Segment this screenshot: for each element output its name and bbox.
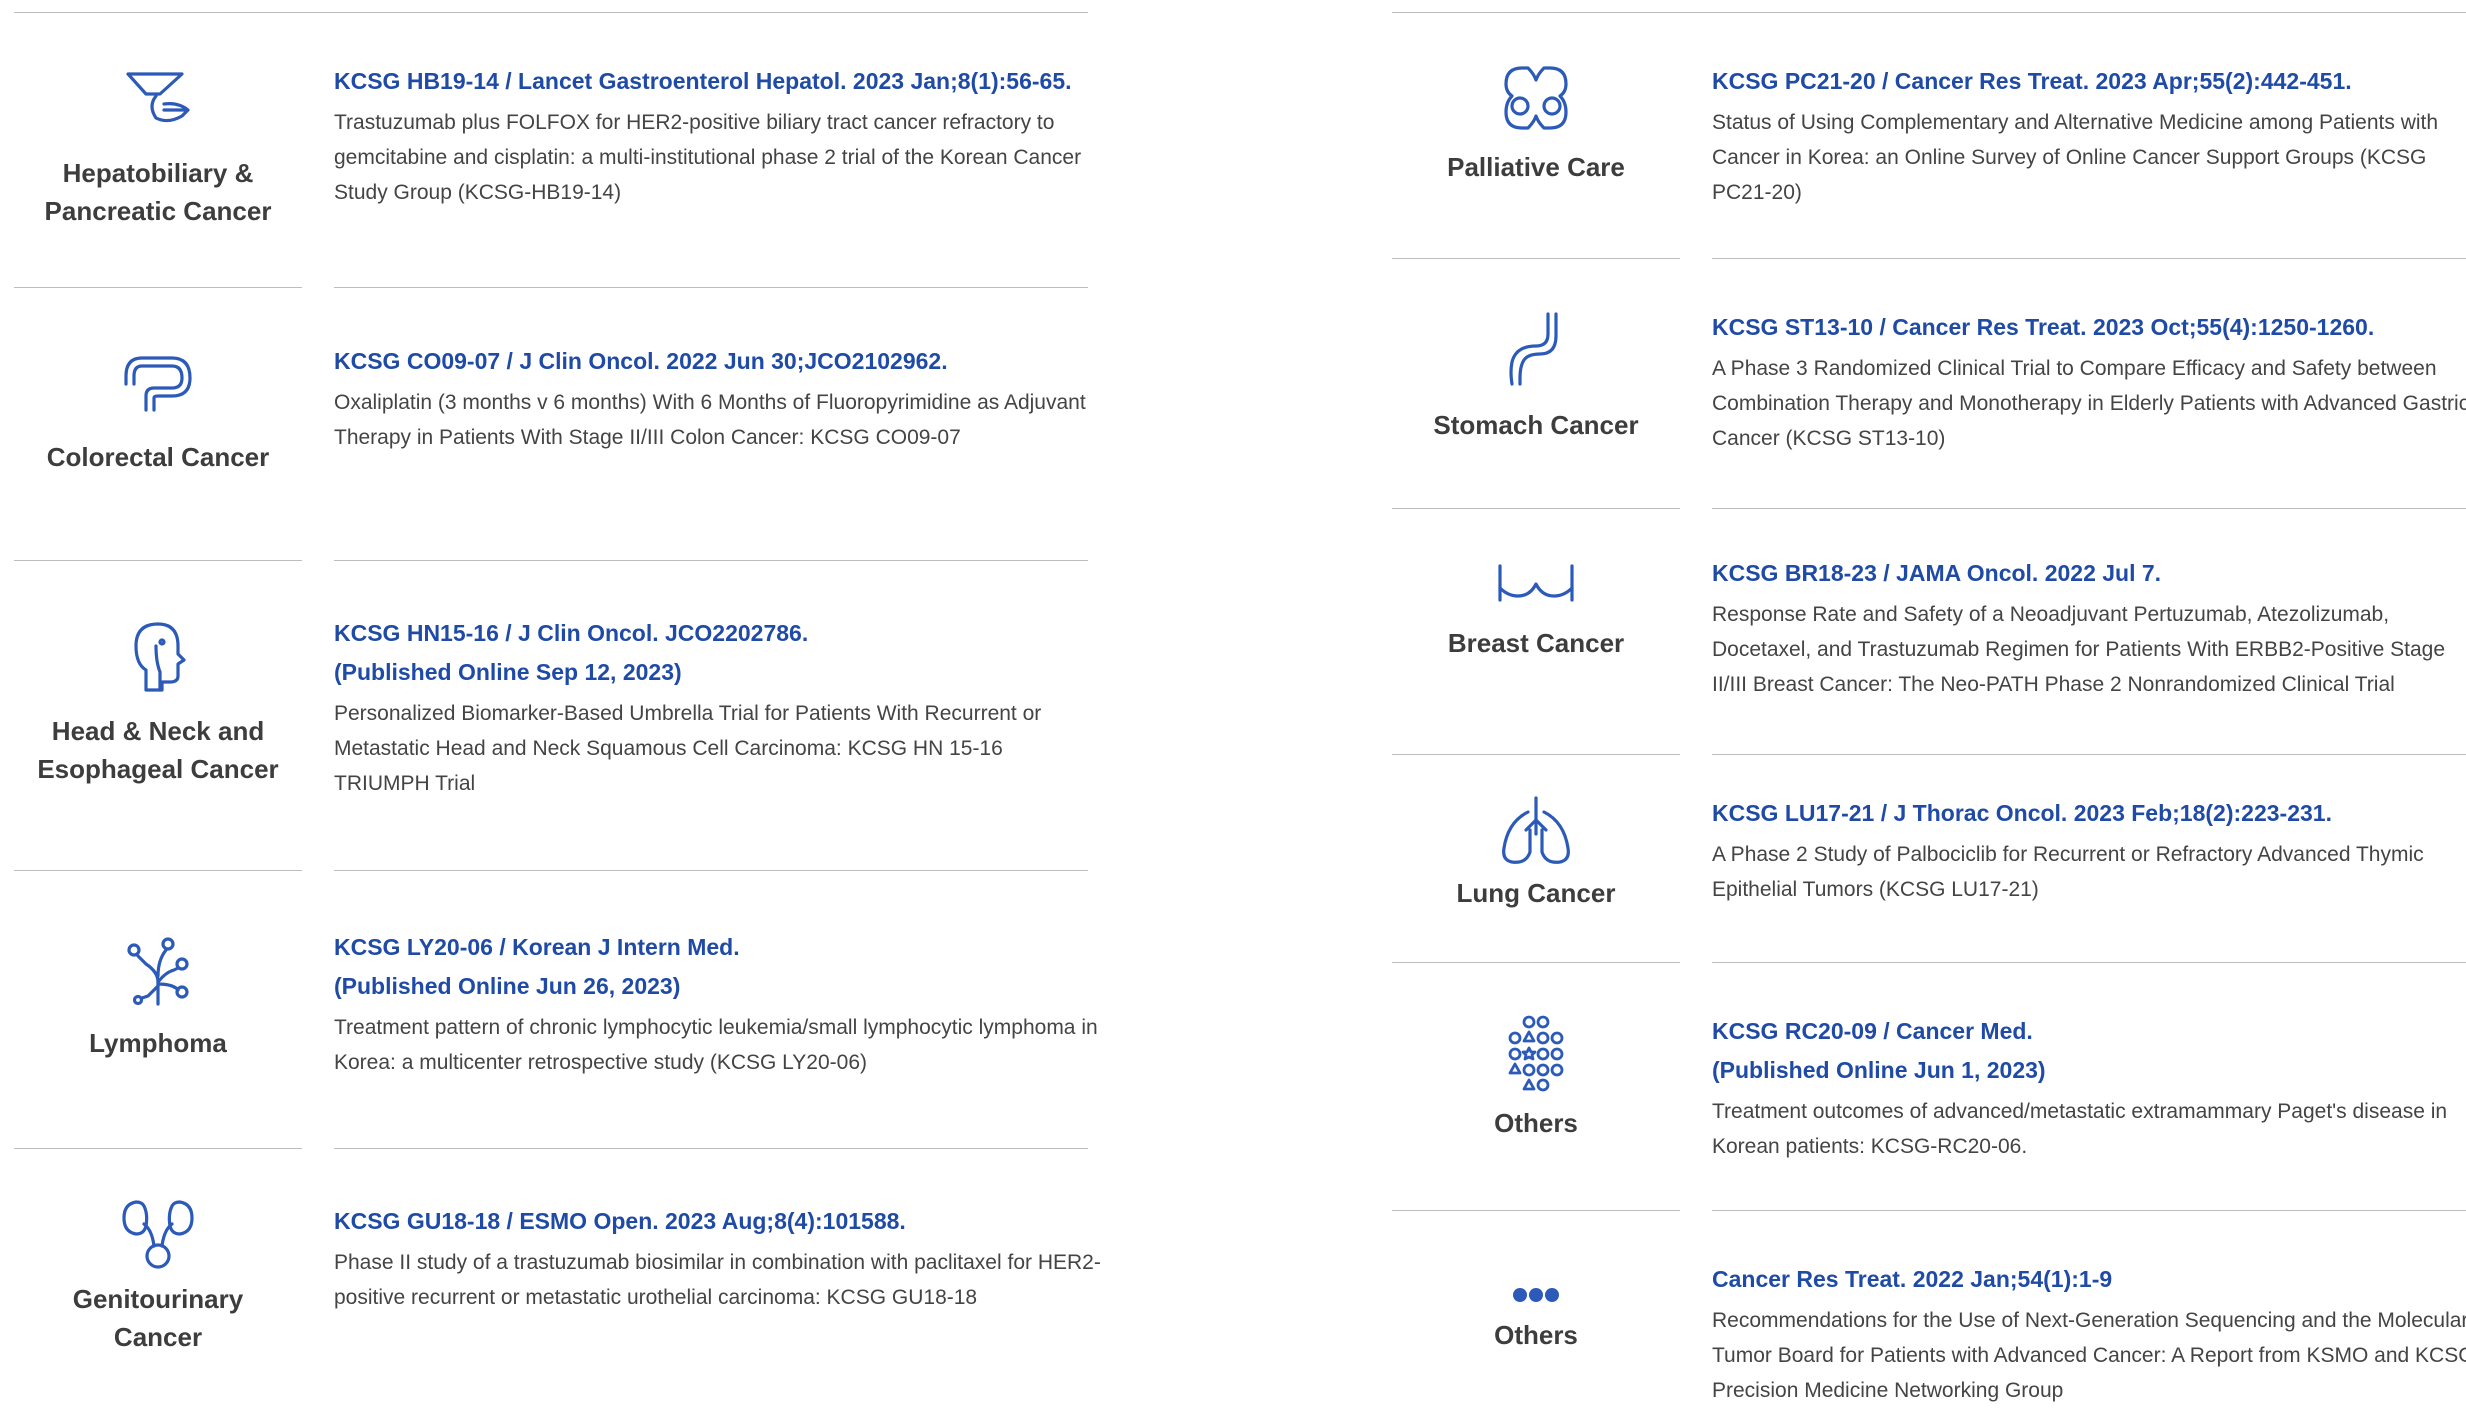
publication-entry: Cancer Res Treat. 2022 Jan;54(1):1-9 Rec… <box>1712 1260 2466 1408</box>
liver-pancreas-icon <box>116 60 200 144</box>
category-label: Hepatobiliary & Pancreatic Cancer <box>44 158 272 226</box>
publication-citation-link[interactable]: KCSG HB19-14 / Lancet Gastroenterol Hepa… <box>334 62 1102 101</box>
divider <box>1392 508 1680 509</box>
more-dots-icon <box>1494 1280 1578 1310</box>
divider <box>1712 508 2466 509</box>
divider <box>1392 1210 1680 1211</box>
right-publications-column: Palliative Care KCSG PC21-20 / Cancer Re… <box>1392 0 2466 1402</box>
divider <box>1712 1210 2466 1211</box>
publication-citation-link[interactable]: KCSG HN15-16 / J Clin Oncol. JCO2202786.… <box>334 614 1102 692</box>
head-neck-icon <box>116 612 200 696</box>
publication-entry: KCSG GU18-18 / ESMO Open. 2023 Aug;8(4):… <box>334 1202 1102 1315</box>
publication-title: Status of Using Complementary and Altern… <box>1712 111 2439 204</box>
publication-citation-link[interactable]: KCSG LY20-06 / Korean J Intern Med. (Pub… <box>334 928 1102 1006</box>
publication-entry: KCSG LU17-21 / J Thorac Oncol. 2023 Feb;… <box>1712 794 2466 907</box>
category-label: Others <box>1494 1108 1578 1138</box>
publication-citation-link[interactable]: KCSG BR18-23 / JAMA Oncol. 2022 Jul 7. <box>1712 554 2466 593</box>
publication-entry: KCSG BR18-23 / JAMA Oncol. 2022 Jul 7. R… <box>1712 554 2466 702</box>
category-head-neck: Head & Neck and Esophageal Cancer <box>14 612 302 788</box>
breast-icon <box>1494 548 1578 612</box>
category-lung: Lung Cancer <box>1392 790 1680 912</box>
kidney-bladder-icon <box>116 1190 200 1274</box>
publication-citation-link[interactable]: KCSG PC21-20 / Cancer Res Treat. 2023 Ap… <box>1712 62 2466 101</box>
divider <box>1712 962 2466 963</box>
category-colorectal: Colorectal Cancer <box>14 340 302 476</box>
publication-entry: KCSG CO09-07 / J Clin Oncol. 2022 Jun 30… <box>334 342 1102 455</box>
divider <box>1392 754 1680 755</box>
lungs-icon <box>1494 790 1578 874</box>
publication-title: A Phase 3 Randomized Clinical Trial to C… <box>1712 357 2466 450</box>
category-palliative: Palliative Care <box>1392 58 1680 186</box>
category-breast: Breast Cancer <box>1392 548 1680 662</box>
colon-icon <box>116 340 200 424</box>
divider <box>334 1148 1088 1149</box>
category-label: Stomach Cancer <box>1433 410 1639 440</box>
category-stomach: Stomach Cancer <box>1392 308 1680 444</box>
divider <box>14 870 302 871</box>
category-label: Genitourinary Cancer <box>72 1284 244 1352</box>
category-label: Breast Cancer <box>1447 628 1625 658</box>
category-label: Lung Cancer <box>1456 878 1616 908</box>
divider <box>14 1148 302 1149</box>
publication-entry: KCSG ST13-10 / Cancer Res Treat. 2023 Oc… <box>1712 308 2466 456</box>
publication-entry: KCSG RC20-09 / Cancer Med. (Published On… <box>1712 1012 2466 1164</box>
publication-title: Trastuzumab plus FOLFOX for HER2-positiv… <box>334 111 1082 204</box>
publication-citation-link[interactable]: KCSG CO09-07 / J Clin Oncol. 2022 Jun 30… <box>334 342 1102 381</box>
category-others: Others <box>1392 1012 1680 1142</box>
left-publications-column: Hepatobiliary & Pancreatic Cancer KCSG H… <box>14 0 1101 1402</box>
category-label: Head & Neck and Esophageal Cancer <box>37 716 279 784</box>
publication-citation-link[interactable]: KCSG ST13-10 / Cancer Res Treat. 2023 Oc… <box>1712 308 2466 347</box>
divider <box>334 870 1088 871</box>
publication-title: Response Rate and Safety of a Neoadjuvan… <box>1712 603 2446 696</box>
divider <box>14 12 1088 13</box>
publication-title: Treatment outcomes of advanced/metastati… <box>1712 1100 2448 1158</box>
publication-title: Phase II study of a trastuzumab biosimil… <box>334 1251 1101 1309</box>
divider <box>14 287 302 288</box>
category-lymphoma: Lymphoma <box>14 926 302 1062</box>
divider <box>1392 12 2466 13</box>
publication-citation-link[interactable]: Cancer Res Treat. 2022 Jan;54(1):1-9 <box>1712 1260 2466 1299</box>
divider <box>1392 962 1680 963</box>
category-label: Lymphoma <box>89 1028 227 1058</box>
publication-title: A Phase 2 Study of Palbociclib for Recur… <box>1712 843 2424 901</box>
divider <box>1392 258 1680 259</box>
category-others: Others <box>1392 1280 1680 1354</box>
category-label: Colorectal Cancer <box>46 442 270 472</box>
publication-title: Personalized Biomarker-Based Umbrella Tr… <box>334 702 1042 795</box>
shapes-icon <box>1494 1012 1578 1096</box>
publication-entry: KCSG LY20-06 / Korean J Intern Med. (Pub… <box>334 928 1102 1080</box>
divider <box>1712 258 2466 259</box>
category-label: Others <box>1494 1320 1578 1350</box>
care-icon <box>1494 58 1578 142</box>
category-label: Palliative Care <box>1447 152 1625 182</box>
publication-citation-link[interactable]: KCSG RC20-09 / Cancer Med. (Published On… <box>1712 1012 2466 1090</box>
divider <box>334 560 1088 561</box>
publication-title: Treatment pattern of chronic lymphocytic… <box>334 1016 1098 1074</box>
publication-citation-link[interactable]: KCSG LU17-21 / J Thorac Oncol. 2023 Feb;… <box>1712 794 2466 833</box>
publication-entry: KCSG HN15-16 / J Clin Oncol. JCO2202786.… <box>334 614 1102 801</box>
publication-entry: KCSG HB19-14 / Lancet Gastroenterol Hepa… <box>334 62 1102 210</box>
category-hepatobiliary: Hepatobiliary & Pancreatic Cancer <box>14 60 302 230</box>
divider <box>14 560 302 561</box>
publication-title: Recommendations for the Use of Next-Gene… <box>1712 1309 2466 1402</box>
divider <box>334 287 1088 288</box>
publication-citation-link[interactable]: KCSG GU18-18 / ESMO Open. 2023 Aug;8(4):… <box>334 1202 1102 1241</box>
lymph-node-icon <box>116 926 200 1010</box>
stomach-icon <box>1494 308 1578 392</box>
divider <box>1712 754 2466 755</box>
publication-entry: KCSG PC21-20 / Cancer Res Treat. 2023 Ap… <box>1712 62 2466 210</box>
publication-title: Oxaliplatin (3 months v 6 months) With 6… <box>334 391 1086 449</box>
category-genitourinary: Genitourinary Cancer <box>14 1190 302 1356</box>
